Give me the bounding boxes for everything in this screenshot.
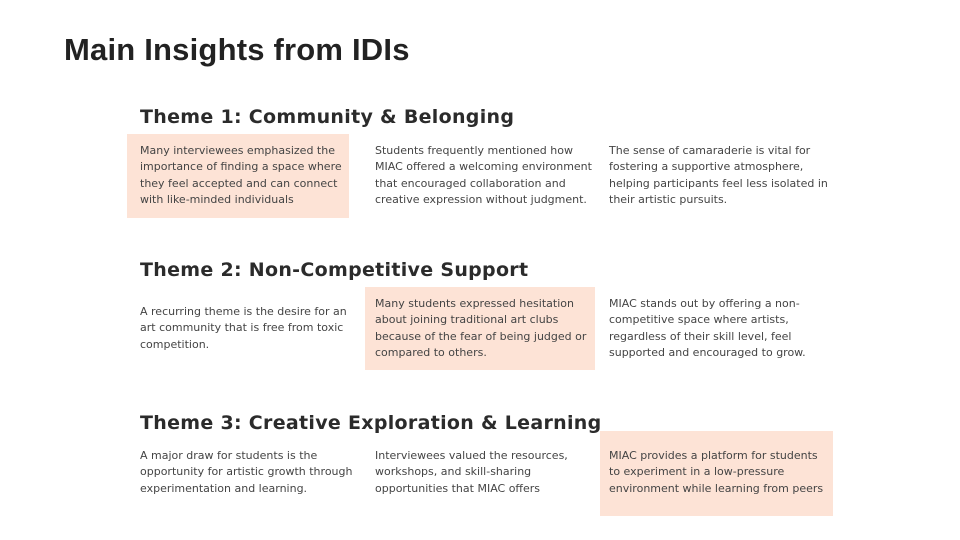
theme-1-insight-1: Many interviewees emphasized the importa… <box>127 134 349 218</box>
theme-2-heading: Theme 2: Non-Competitive Support <box>140 259 529 281</box>
theme-3-insight-1: A major draw for students is the opportu… <box>140 449 353 495</box>
theme-1-insight-3: The sense of camaraderie is vital for fo… <box>609 144 828 206</box>
theme-2-insight-1: A recurring theme is the desire for an a… <box>140 305 347 351</box>
theme-2-insight-3: MIAC stands out by offering a non-compet… <box>609 297 806 359</box>
theme-3-insight-2: Interviewees valued the resources, works… <box>375 449 568 495</box>
theme-3-heading: Theme 3: Creative Exploration & Learning <box>140 412 602 434</box>
slide-title: Main Insights from IDIs <box>64 32 410 67</box>
theme-1-insight-2: Students frequently mentioned how MIAC o… <box>375 144 592 206</box>
theme-2-insight-2: Many students expressed hesitation about… <box>365 287 595 370</box>
theme-1-heading: Theme 1: Community & Belonging <box>140 106 515 128</box>
theme-3-insight-3: MIAC provides a platform for students to… <box>600 431 833 516</box>
